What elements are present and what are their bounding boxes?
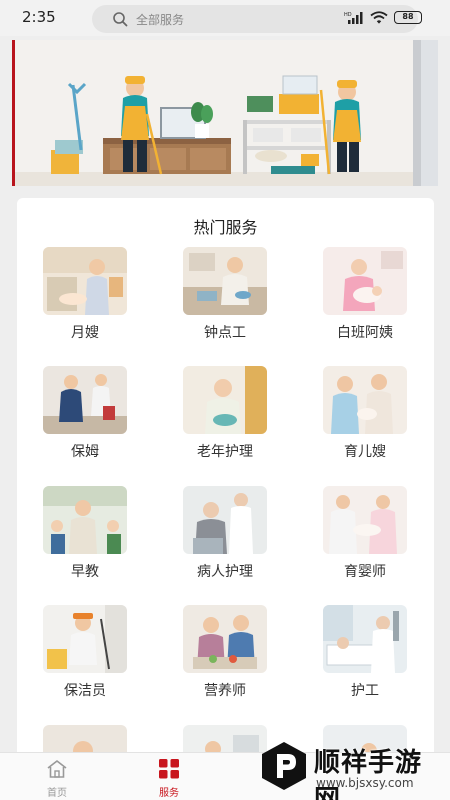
service-image [323,366,407,434]
service-yuesao[interactable]: 月嫂 [35,247,135,342]
service-image [323,605,407,673]
service-nutritionist[interactable]: 营养师 [175,605,275,700]
service-hourly-worker[interactable]: 钟点工 [175,247,275,342]
service-image [323,247,407,315]
service-label: 保洁员 [64,683,106,699]
service-label: 护工 [351,683,379,699]
home-icon [47,760,67,778]
service-label: 育婴师 [344,564,386,580]
signal-icon: HD [344,11,363,24]
watermark-brand: 顺祥手游网 [314,748,423,800]
service-label: 营养师 [204,683,246,699]
watermark-url: www.bjsxsy.com [316,776,414,790]
service-label: 保姆 [71,444,99,460]
banner-illustration [15,40,438,186]
service-elderly-care[interactable]: 老年护理 [175,366,275,461]
service-image [323,486,407,554]
svg-text:HD: HD [344,12,352,18]
hot-services-card: 热门服务 月嫂 钟点工 白班阿姨 保姆 老年护理 育儿嫂 早教 病人护理 育婴师… [17,198,434,768]
search-placeholder[interactable]: 全部服务 [136,11,184,28]
service-caregiver[interactable]: 护工 [315,605,415,700]
service-nanny[interactable]: 保姆 [35,366,135,461]
service-image [43,366,127,434]
site-watermark: 顺祥手游网 www.bjsxsy.com [256,738,446,800]
nav-item-services[interactable]: 服务 [139,759,199,799]
service-cleaner[interactable]: 保洁员 [35,605,135,700]
service-childcare-nanny[interactable]: 育儿嫂 [315,366,415,461]
service-label: 早教 [71,564,99,580]
service-image [183,247,267,315]
service-image [43,486,127,554]
status-icons: HD 88 [344,10,422,24]
service-early-education[interactable]: 早教 [35,486,135,581]
service-image [43,247,127,315]
search-icon [113,12,128,27]
service-image [183,486,267,554]
service-label: 钟点工 [204,325,246,341]
section-title: 热门服务 [193,218,258,237]
promo-banner[interactable] [12,40,438,186]
status-time: 2:35 [22,8,56,26]
service-day-nanny[interactable]: 白班阿姨 [315,247,415,342]
watermark-logo-icon [262,742,306,790]
service-image [183,366,267,434]
service-infant-care[interactable]: 育婴师 [315,486,415,581]
service-label: 病人护理 [197,564,253,580]
battery-indicator: 88 [394,10,422,24]
wifi-icon [370,10,388,24]
service-label: 月嫂 [71,325,99,341]
service-image [183,605,267,673]
service-patient-care[interactable]: 病人护理 [175,486,275,581]
service-image [43,605,127,673]
nav-label-home: 首页 [47,788,67,799]
grid-icon [159,759,179,779]
service-label: 白班阿姨 [337,325,393,341]
nav-label-services: 服务 [159,788,179,799]
service-label: 老年护理 [197,444,253,460]
service-label: 育儿嫂 [344,444,386,460]
nav-item-home[interactable]: 首页 [27,759,87,799]
status-bar: 2:35 全部服务 HD 88 [0,0,450,36]
